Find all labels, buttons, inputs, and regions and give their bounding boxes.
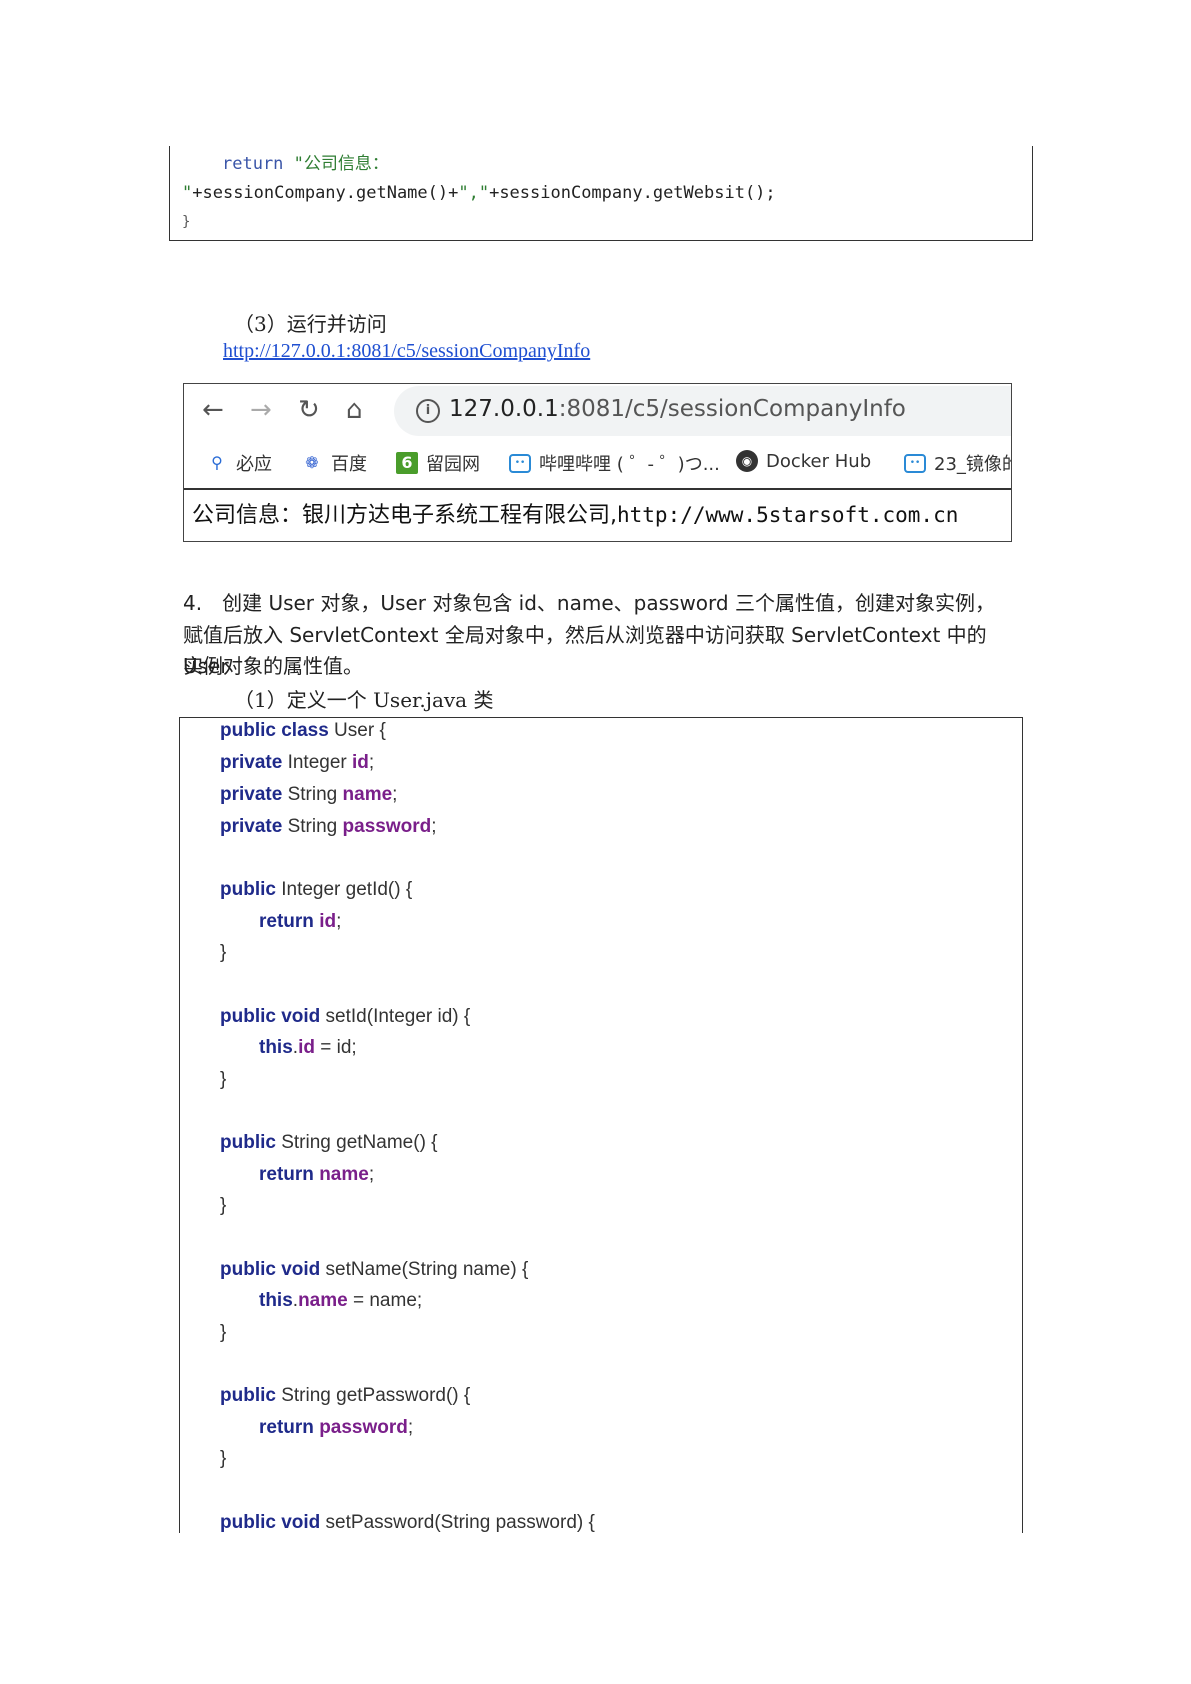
reload-icon[interactable]: ↻ — [298, 394, 320, 426]
home-icon[interactable]: ⌂ — [346, 394, 363, 426]
code-line: } — [220, 942, 227, 963]
tv-icon: •• — [904, 453, 926, 473]
code-line: private String password; — [220, 816, 437, 837]
paragraph-line: 实例对象的属性值。 — [183, 654, 363, 678]
code-line: public Integer getId() { — [220, 879, 413, 900]
bookmark-dockerhub[interactable]: ◉ Docker Hub — [736, 450, 871, 472]
browser-screenshot: ← → ↻ ⌂ i 127.0.0.1:8081/c5/sessionCompa… — [183, 383, 1012, 542]
info-icon[interactable]: i — [416, 399, 440, 423]
code-string: "公司信息： — [293, 154, 389, 174]
code-line: "+sessionCompany.getName()+","+sessionCo… — [182, 179, 776, 208]
paragraph-line: 4. 创建 User 对象，User 对象包含 id、name、password… — [183, 591, 995, 615]
bookmark-bilibili[interactable]: •• 哔哩哔哩 ( ゜- ゜)つ... — [509, 450, 720, 476]
address-text: 127.0.0.1:8081/c5/sessionCompanyInfo — [449, 396, 906, 422]
step-label: （1）定义一个 User.java 类 — [234, 688, 494, 712]
code-keyword: return — [222, 154, 284, 174]
address-bar-row: ← → ↻ ⌂ i 127.0.0.1:8081/c5/sessionCompa… — [184, 384, 1011, 438]
code-snippet-user: public class User { private Integer id; … — [179, 717, 1023, 1533]
code-line: public void setPassword(String password)… — [220, 1512, 595, 1533]
paw-icon: ❁ — [305, 453, 319, 472]
bookmark-mirror[interactable]: •• 23_镜像的 — [904, 450, 1012, 476]
bookmark-label: 哔哩哔哩 ( ゜- ゜)つ... — [539, 454, 720, 475]
search-icon: ⚲ — [211, 453, 223, 472]
code-string: "," — [458, 183, 490, 203]
code-line: return password; — [259, 1417, 414, 1438]
step-label: （3）运行并访问 — [234, 312, 387, 336]
code-line: public void setName(String name) { — [220, 1259, 529, 1280]
code-line: public class User { — [220, 720, 386, 741]
code-line: } — [182, 214, 191, 230]
bookmark-liuyuan[interactable]: 6 留园网 — [396, 450, 480, 476]
company-url-text: http://www.5starsoft.com.cn — [617, 503, 959, 527]
arrow-left-icon[interactable]: ← — [202, 394, 224, 426]
address-bar[interactable]: i 127.0.0.1:8081/c5/sessionCompanyInfo — [394, 386, 1011, 436]
code-line: } — [220, 1322, 227, 1343]
code-line: } — [220, 1069, 227, 1090]
code-line: this.name = name; — [259, 1290, 423, 1311]
bookmarks-bar: ⚲ 必应 ❁ 百度 6 留园网 •• 哔哩哔哩 ( ゜- ゜)つ... ◉ Do… — [184, 438, 1011, 490]
bookmark-label: Docker Hub — [766, 450, 872, 472]
bookmark-label: 必应 — [236, 454, 272, 475]
code-text: +sessionCompany.getName()+ — [192, 183, 459, 203]
code-line: return id; — [259, 911, 342, 932]
bookmark-bing[interactable]: ⚲ 必应 — [206, 450, 272, 476]
bookmark-label: 23_镜像的 — [934, 454, 1012, 475]
bookmark-baidu[interactable]: ❁ 百度 — [301, 450, 367, 476]
url-link[interactable]: http://127.0.0.1:8081/c5/sessionCompanyI… — [223, 340, 590, 363]
docker-icon: ◉ — [736, 450, 758, 472]
code-line: } — [220, 1448, 227, 1469]
six-icon: 6 — [396, 452, 418, 474]
code-line: this.id = id; — [259, 1037, 357, 1058]
code-text: +sessionCompany.getWebsit(); — [489, 183, 776, 203]
code-line: return name; — [259, 1164, 375, 1185]
code-snippet-top: return "公司信息： "+sessionCompany.getName()… — [169, 146, 1033, 241]
tv-icon: •• — [509, 453, 531, 473]
arrow-right-icon[interactable]: → — [250, 394, 272, 426]
company-info-text: 公司信息：银川方达电子系统工程有限公司, — [192, 503, 617, 528]
code-line: public String getName() { — [220, 1132, 438, 1153]
bookmark-label: 百度 — [331, 454, 367, 475]
page-content: 公司信息：银川方达电子系统工程有限公司,http://www.5starsoft… — [192, 497, 958, 529]
code-line: private String name; — [220, 784, 398, 805]
code-line: private Integer id; — [220, 752, 375, 773]
code-string: " — [182, 183, 193, 203]
bookmark-label: 留园网 — [426, 454, 480, 475]
code-line: public void setId(Integer id) { — [220, 1006, 471, 1027]
code-line: return "公司信息： — [222, 150, 389, 179]
code-line: } — [220, 1195, 227, 1216]
code-line: public String getPassword() { — [220, 1385, 471, 1406]
